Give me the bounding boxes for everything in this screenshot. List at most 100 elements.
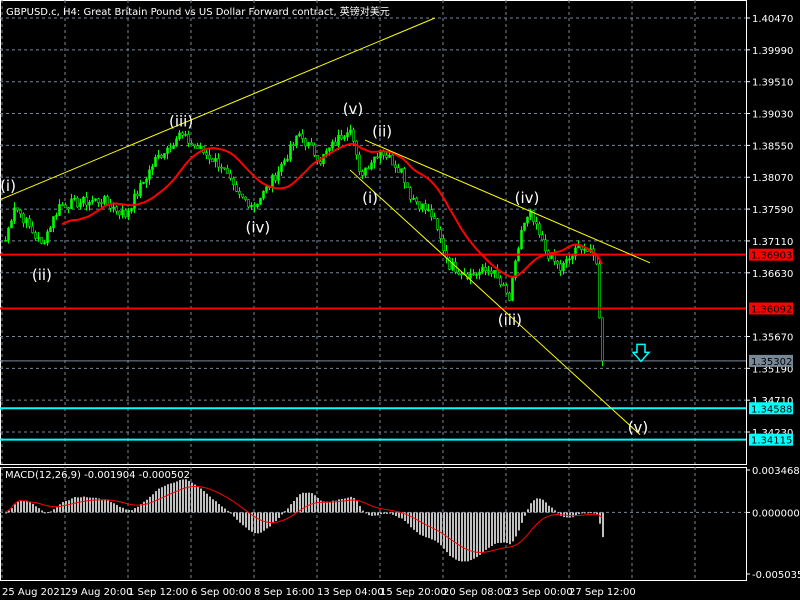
macd-bar <box>437 512 439 543</box>
candle-body <box>598 263 601 319</box>
candle-body <box>178 132 181 140</box>
candle-body <box>250 205 253 208</box>
candle-body <box>220 166 223 169</box>
candle-body <box>187 134 190 144</box>
candle <box>373 156 376 169</box>
macd-bar <box>365 512 367 514</box>
candle-body <box>472 273 475 276</box>
candle-body <box>364 167 367 176</box>
candle <box>343 134 346 142</box>
macd-bar <box>581 512 583 514</box>
macd-bar <box>86 497 88 513</box>
candle-body <box>172 145 175 149</box>
macd-bar <box>83 496 85 513</box>
macd-bar <box>542 499 544 513</box>
macd-bar <box>119 506 121 513</box>
candle-body <box>400 168 403 173</box>
macd-bar <box>380 512 382 515</box>
candle <box>271 173 274 193</box>
candle-body <box>19 209 22 215</box>
candle <box>82 195 85 207</box>
candle-body <box>154 156 157 167</box>
candle <box>67 207 70 214</box>
candle <box>139 179 142 199</box>
candle-body <box>28 218 31 227</box>
macd-bar <box>104 499 106 513</box>
macd-bar <box>245 512 247 528</box>
down-arrow-icon <box>631 343 651 363</box>
candle-body <box>61 204 64 206</box>
candle <box>502 282 505 287</box>
candle-body <box>349 129 352 134</box>
macd-bar <box>458 512 460 561</box>
candle <box>151 163 154 176</box>
macd-bar <box>131 510 133 513</box>
candle <box>286 154 289 163</box>
macd-bar <box>155 491 157 513</box>
candle <box>163 153 166 160</box>
macd-bar <box>326 501 328 513</box>
price-tick-label: 1.38070 <box>752 173 793 184</box>
candle-body <box>409 187 412 200</box>
candle-body <box>217 158 220 168</box>
candle-body <box>67 207 70 210</box>
macd-bar <box>335 500 337 513</box>
candle-body <box>283 160 286 165</box>
candle <box>34 230 37 241</box>
macd-bar <box>269 512 271 527</box>
candle-body <box>352 129 355 142</box>
macd-bar <box>221 506 223 513</box>
candle-body <box>520 230 523 249</box>
macd-bar <box>26 500 28 513</box>
candle-body <box>475 274 478 276</box>
candle-body <box>385 154 388 158</box>
candle <box>238 187 241 199</box>
macd-bar <box>524 512 526 516</box>
wave-label: (v) <box>343 100 364 118</box>
candle <box>499 275 502 288</box>
candle <box>508 291 511 302</box>
macd-bar <box>170 483 172 513</box>
candle-body <box>457 271 460 274</box>
macd-bar <box>362 510 364 513</box>
macd-bar <box>53 509 55 513</box>
candle-body <box>37 237 40 239</box>
candle <box>118 210 121 220</box>
candle-body <box>376 156 379 159</box>
candle <box>307 141 310 149</box>
macd-bar <box>293 500 295 513</box>
candle <box>298 131 301 138</box>
macd-bar <box>485 512 487 550</box>
price-chart[interactable]: 25 Aug 202129 Aug 20:001 Sep 12:00 6 Sep … <box>0 0 800 600</box>
candle <box>196 142 199 149</box>
candle <box>277 166 280 185</box>
candle <box>301 129 304 143</box>
price-tick-label: 1.40470 <box>752 14 793 25</box>
macd-bar <box>329 501 331 513</box>
macd-bar <box>368 512 370 516</box>
candle <box>520 226 523 250</box>
candle <box>187 130 190 148</box>
wave-label: (iv) <box>515 189 540 207</box>
candle-body <box>82 196 85 204</box>
candle <box>304 137 307 151</box>
macd-bar <box>209 496 211 513</box>
macd-bar <box>56 507 58 513</box>
macd-bar <box>548 505 550 513</box>
macd-bar <box>491 512 493 547</box>
macd-bar <box>470 512 472 561</box>
macd-bar <box>254 512 256 534</box>
macd-bar <box>455 512 457 560</box>
candle-body <box>31 225 34 233</box>
macd-bar <box>248 512 250 531</box>
candle-body <box>34 232 37 239</box>
macd-bar <box>386 512 388 514</box>
candle-body <box>460 273 463 275</box>
candle-body <box>538 223 541 236</box>
macd-bar <box>383 512 385 514</box>
candle <box>172 142 175 149</box>
candle <box>85 191 88 211</box>
price-tick-label: 1.39030 <box>752 110 793 121</box>
candle <box>157 149 160 160</box>
macd-bar <box>422 512 424 536</box>
